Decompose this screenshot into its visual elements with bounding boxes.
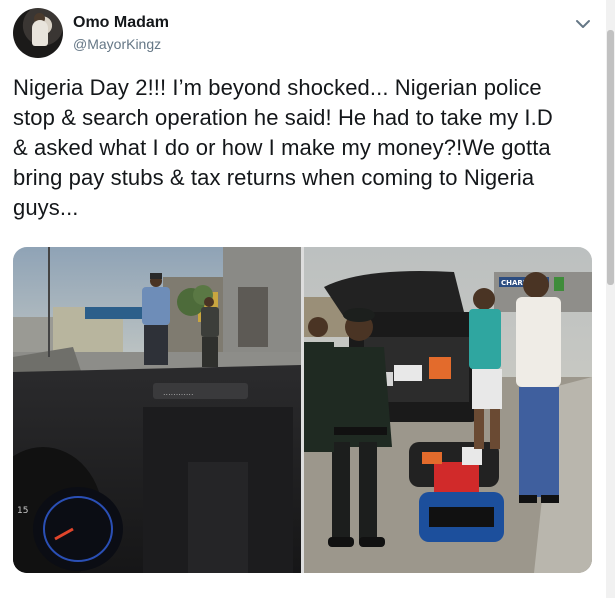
tweet-text-line: guys... [13,195,79,220]
author-display-name[interactable]: Omo Madam [73,14,169,32]
tweet-text-line: Nigeria Day 2!!! I’m beyond shocked... N… [13,75,542,100]
dashboard-label: ............ [163,388,194,397]
photo-car-trunk-search-image: CHARIM [304,247,592,573]
tweet-text-line: stop & search operation he said! He had … [13,105,553,130]
media-grid: ............ 15 CHARIM [13,247,592,573]
author-handle[interactable]: @MayorKingz [73,36,161,52]
gauge-text: 15 [17,506,28,516]
photo-police-stop-road[interactable]: ............ 15 [13,247,301,573]
chevron-down-icon[interactable] [574,17,592,31]
photo-car-trunk-search[interactable]: CHARIM [304,247,592,573]
scrollbar-thumb[interactable] [607,30,614,285]
tweet-card: Omo Madam @MayorKingz Nigeria Day 2!!! I… [0,0,615,598]
tweet-text: Nigeria Day 2!!! I’m beyond shocked... N… [13,73,591,223]
avatar[interactable] [13,8,63,58]
tweet-text-line: bring pay stubs & tax returns when comin… [13,165,535,190]
avatar-figure [32,20,48,46]
tweet-text-line: & asked what I do or how I make my money… [13,135,551,160]
photo-police-stop-road-image: ............ 15 [13,247,301,573]
